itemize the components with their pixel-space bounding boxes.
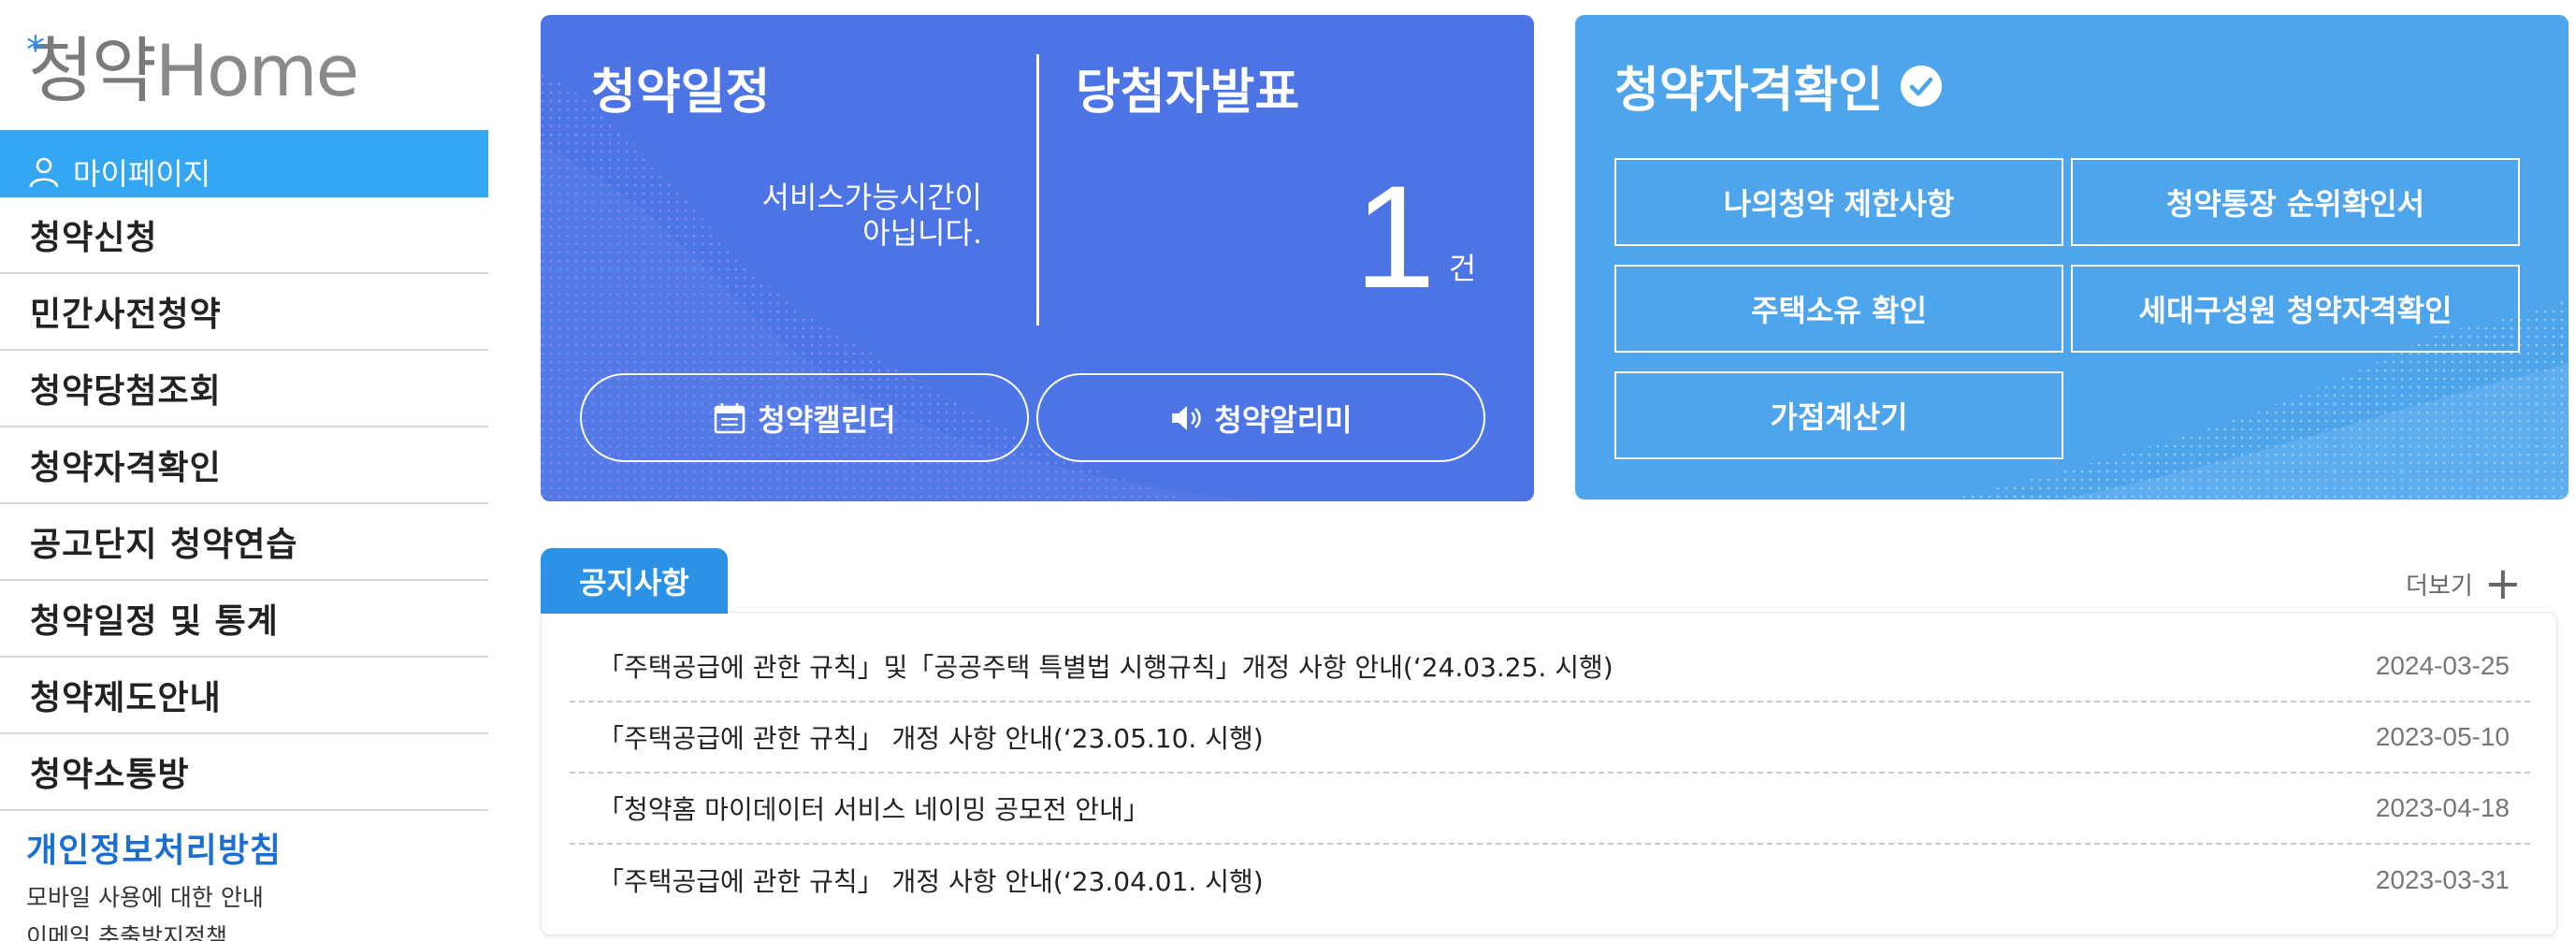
qualification-card: 청약자격확인 나의청약 제한사항 청약통장 순위확인서 주택소유 확인 세대구성… [1575, 15, 2569, 499]
service-unavailable-message: 서비스가능시간이 아닙니다. [761, 180, 982, 251]
score-calculator-button[interactable]: 가점계산기 [1614, 371, 2063, 459]
site-logo[interactable]: * 청약Home [26, 29, 359, 107]
person-icon [29, 157, 59, 188]
schedule-title[interactable]: 청약일정 [591, 52, 770, 123]
sidebar-item-communication[interactable]: 청약소통방 [0, 734, 488, 811]
check-circle-icon [1901, 65, 1943, 107]
service-message-line2: 아닙니다. [862, 215, 982, 251]
sidebar-item-schedule-stats[interactable]: 청약일정 및 통계 [0, 581, 488, 658]
restriction-check-button[interactable]: 나의청약 제한사항 [1614, 158, 2063, 246]
speaker-icon [1172, 405, 1202, 430]
notice-tab[interactable]: 공지사항 [541, 548, 728, 614]
house-ownership-check-button[interactable]: 주택소유 확인 [1614, 265, 2063, 353]
alarm-button-label: 청약알리미 [1214, 401, 1353, 438]
qualification-title-text: 청약자격확인 [1614, 63, 1884, 119]
list-item[interactable]: 「주택공급에 관한 규칙」 개정 사항 안내(‘23.05.10. 시행) 20… [570, 702, 2530, 774]
calendar-button-label: 청약캘린더 [758, 401, 896, 438]
more-label: 더보기 [2406, 572, 2473, 601]
notice-date: 2023-04-18 [2375, 793, 2510, 822]
list-item[interactable]: 「주택공급에 관한 규칙」 개정 사항 안내(‘23.04.01. 시행) 20… [570, 845, 2530, 916]
sidebar-item-system-guide[interactable]: 청약제도안내 [0, 658, 488, 734]
logo-star-icon: * [26, 29, 45, 72]
logo-text-korean: 청약 [28, 29, 157, 112]
mypage-label: 마이페이지 [73, 156, 211, 192]
more-button[interactable]: 더보기 + [2406, 561, 2522, 606]
sidebar-item-apply[interactable]: 청약신청 [0, 197, 488, 274]
mobile-usage-link[interactable]: 모바일 사용에 대한 안내 [26, 879, 282, 913]
calendar-button[interactable]: 청약캘린더 [580, 373, 1029, 462]
sidebar: * 청약Home 마이페이지 청약신청 민간사전청약 청약당첨조회 청약자격확인… [0, 0, 488, 941]
winner-count-number: 1 [1354, 156, 1436, 319]
service-message-line1: 서비스가능시간이 [761, 180, 982, 215]
sidebar-item-winner-lookup[interactable]: 청약당첨조회 [0, 351, 488, 427]
winner-count-unit: 건 [1448, 251, 1477, 286]
sidebar-menu: 청약신청 민간사전청약 청약당첨조회 청약자격확인 공고단지 청약연습 청약일정… [0, 197, 488, 811]
winner-count[interactable]: 1 건 [1354, 156, 1477, 319]
logo-text: 청약Home [28, 36, 359, 107]
account-rank-certificate-button[interactable]: 청약통장 순위확인서 [2071, 158, 2520, 246]
household-member-check-button[interactable]: 세대구성원 청약자격확인 [2071, 265, 2520, 353]
notice-title[interactable]: 「주택공급에 관한 규칙」 개정 사항 안내(‘23.05.10. 시행) [598, 718, 1264, 756]
schedule-divider [1036, 54, 1039, 326]
notice-panel: 「주택공급에 관한 규칙」및「공공주택 특별법 시행규칙」개정 사항 안내(‘2… [541, 612, 2557, 935]
calendar-icon [715, 402, 745, 433]
logo-text-home: Home [154, 29, 359, 112]
notice-date: 2023-03-31 [2375, 865, 2510, 894]
notice-date: 2024-03-25 [2375, 651, 2510, 680]
privacy-policy-link[interactable]: 개인정보처리방침 [26, 823, 282, 872]
list-item[interactable]: 「청약홈 마이데이터 서비스 네이밍 공모전 안내」 2023-04-18 [570, 774, 2530, 845]
list-item[interactable]: 「주택공급에 관한 규칙」및「공공주택 특별법 시행규칙」개정 사항 안내(‘2… [570, 631, 2530, 702]
notice-title[interactable]: 「주택공급에 관한 규칙」 개정 사항 안내(‘23.04.01. 시행) [598, 861, 1264, 899]
sidebar-item-practice[interactable]: 공고단지 청약연습 [0, 504, 488, 581]
notice-title[interactable]: 「주택공급에 관한 규칙」및「공공주택 특별법 시행규칙」개정 사항 안내(‘2… [598, 647, 1614, 685]
email-policy-link[interactable]: 이메일 추출방지정책 [26, 919, 282, 941]
winner-announcement-title[interactable]: 당첨자발표 [1076, 52, 1299, 123]
qualification-title: 청약자격확인 [1614, 51, 1943, 121]
notice-title[interactable]: 「청약홈 마이데이터 서비스 네이밍 공모전 안내」 [598, 789, 1150, 827]
alarm-button[interactable]: 청약알리미 [1036, 373, 1485, 462]
mypage-button[interactable]: 마이페이지 [0, 130, 488, 197]
sidebar-item-private-pre-subscription[interactable]: 민간사전청약 [0, 274, 488, 351]
notice-date: 2023-05-10 [2375, 722, 2510, 751]
notice-list: 「주택공급에 관한 규칙」및「공공주택 특별법 시행규칙」개정 사항 안내(‘2… [570, 631, 2530, 916]
sidebar-item-qualification-check[interactable]: 청약자격확인 [0, 427, 488, 504]
schedule-card: 청약일정 서비스가능시간이 아닙니다. 당첨자발표 1 건 청약캘린더 청약알리… [541, 15, 1534, 501]
policy-links: 개인정보처리방침 모바일 사용에 대한 안내 이메일 추출방지정책 [26, 823, 282, 941]
plus-icon: + [2483, 557, 2522, 610]
